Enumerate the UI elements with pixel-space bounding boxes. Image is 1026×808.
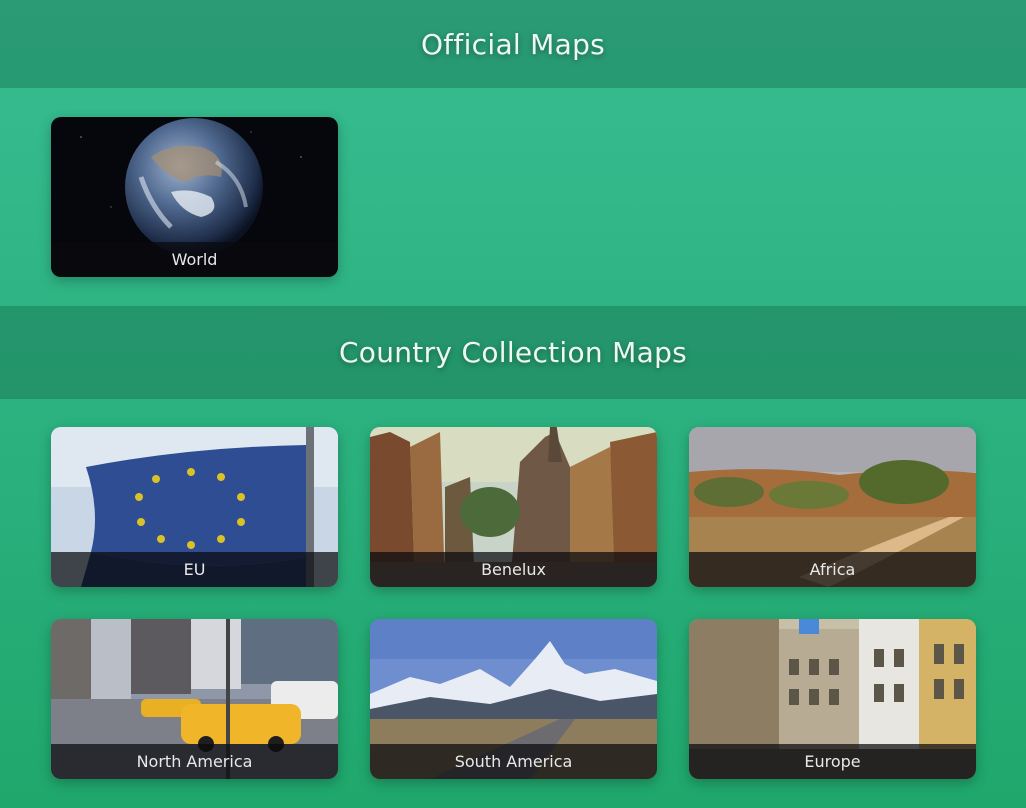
country-collection-heading: Country Collection Maps: [0, 306, 1026, 399]
card-caption: North America: [51, 744, 338, 779]
map-card-world[interactable]: World: [51, 117, 338, 277]
card-label-benelux: Benelux: [481, 560, 546, 579]
card-caption: Europe: [689, 744, 976, 779]
card-label-africa: Africa: [809, 560, 856, 579]
map-card-eu[interactable]: EU: [51, 427, 338, 587]
official-maps-title: Official Maps: [420, 27, 606, 61]
card-caption: South America: [370, 744, 657, 779]
card-label-eu: EU: [183, 560, 206, 579]
card-caption: EU: [51, 552, 338, 587]
official-maps-heading: Official Maps: [0, 0, 1026, 88]
map-card-north-america[interactable]: North America: [51, 619, 338, 779]
map-card-europe[interactable]: Europe: [689, 619, 976, 779]
country-collection-title: Country Collection Maps: [338, 336, 688, 369]
map-card-africa[interactable]: Africa: [689, 427, 976, 587]
card-label-north-america: North America: [136, 752, 253, 771]
card-caption: Benelux: [370, 552, 657, 587]
card-label-south-america: South America: [454, 752, 573, 771]
card-caption: Africa: [689, 552, 976, 587]
card-caption: World: [51, 242, 338, 277]
card-label-europe: Europe: [804, 752, 861, 771]
map-card-south-america[interactable]: South America: [370, 619, 657, 779]
card-label-world: World: [171, 250, 218, 269]
map-card-benelux[interactable]: Benelux: [370, 427, 657, 587]
